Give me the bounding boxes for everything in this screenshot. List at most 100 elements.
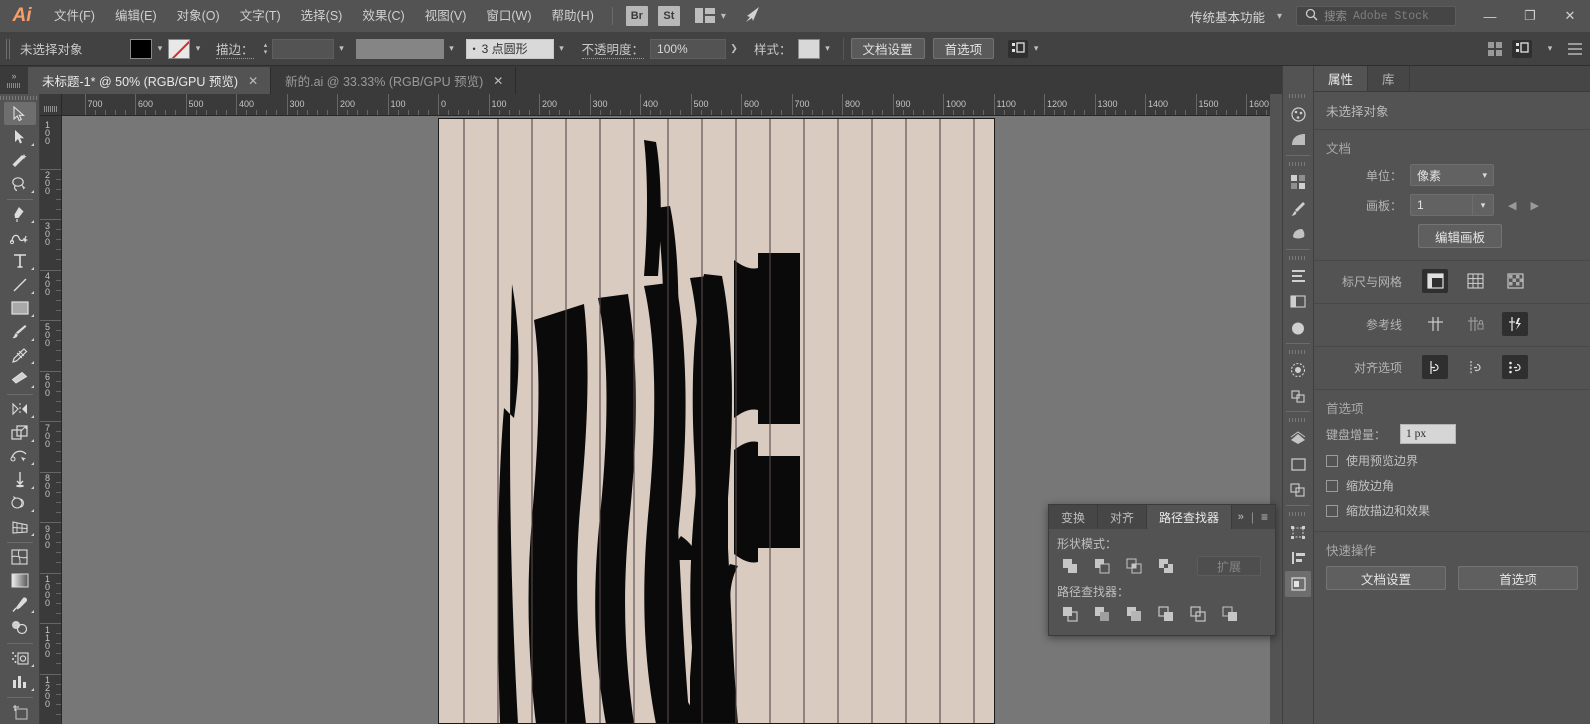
menu-view[interactable]: 视图(V) [415, 0, 477, 32]
document-tab-1-close-icon[interactable]: ✕ [493, 74, 503, 88]
line-segment-tool[interactable] [4, 273, 36, 297]
show-rulers-icon[interactable] [1422, 269, 1448, 293]
tools-panel-handle[interactable] [0, 96, 39, 100]
align-panel-icon[interactable] [1285, 263, 1311, 289]
control-bar-grip[interactable] [6, 38, 12, 59]
show-guides-icon[interactable] [1422, 312, 1448, 336]
scale-corners-checkbox[interactable]: 缩放边角 [1326, 477, 1578, 494]
artboard-tool[interactable] [4, 700, 36, 724]
align-chevron-icon[interactable]: ▾ [1028, 39, 1044, 59]
workspace-switcher-label[interactable]: 传统基本功能 [1184, 7, 1271, 26]
vertical-ruler[interactable]: 100 200 300 400 500 600 700 800 900 1000 1100 1200 [40, 116, 62, 724]
stroke-weight-label[interactable]: 描边： [216, 39, 254, 59]
align-panel-chevron-icon[interactable]: ▾ [1542, 39, 1558, 59]
tab-properties[interactable]: 属性 [1314, 66, 1369, 91]
dock-group-handle-5[interactable] [1289, 418, 1307, 422]
opacity-more-icon[interactable]: ❯ [726, 39, 742, 59]
dock-group-handle-3[interactable] [1289, 256, 1307, 260]
dock-group-handle-6[interactable] [1289, 512, 1307, 516]
gradient-tool[interactable] [4, 569, 36, 593]
arrange-documents-icon[interactable] [694, 8, 715, 24]
type-tool[interactable] [4, 250, 36, 274]
menu-effect[interactable]: 效果(C) [352, 0, 414, 32]
style-chevron-icon[interactable]: ▾ [820, 39, 836, 59]
align-objects-icon[interactable] [1008, 39, 1029, 58]
symbols-icon[interactable] [1285, 221, 1311, 247]
maximize-button[interactable]: ❐ [1510, 0, 1550, 32]
show-transparency-grid-icon[interactable] [1502, 269, 1528, 293]
minus-front-icon[interactable] [1089, 555, 1115, 577]
document-tab-0-close-icon[interactable]: ✕ [248, 74, 258, 88]
eyedropper-tool[interactable] [4, 593, 36, 617]
menu-file[interactable]: 文件(F) [44, 0, 105, 32]
layers-panel-icon[interactable] [1285, 289, 1311, 315]
unite-icon[interactable] [1057, 555, 1083, 577]
scale-tool[interactable] [4, 421, 36, 445]
opacity-label[interactable]: 不透明度： [581, 39, 645, 59]
snap-to-pixel-icon[interactable] [1462, 355, 1488, 379]
panel-menu-icon[interactable] [1568, 42, 1582, 55]
transform-panel-icon[interactable] [1285, 519, 1311, 545]
keyboard-increment-input[interactable]: 1 px [1400, 424, 1456, 444]
snap-to-grid-icon[interactable] [1422, 355, 1448, 379]
artboards-grid-icon[interactable] [1488, 41, 1502, 56]
document-tab-1[interactable]: 新的.ai @ 33.33% (RGB/GPU 预览) ✕ [271, 67, 517, 94]
lock-guides-icon[interactable] [1462, 312, 1488, 336]
artboard-chevron-down-icon[interactable]: ▾ [1472, 194, 1494, 216]
color-icon[interactable] [1285, 101, 1311, 127]
align-panel-icon[interactable] [1512, 39, 1532, 58]
unit-select[interactable]: 像素 ▾ [1410, 164, 1494, 186]
variable-width-profile-field[interactable] [355, 38, 444, 59]
swatches-icon[interactable] [1285, 169, 1311, 195]
magic-wand-tool[interactable] [4, 149, 36, 173]
document-setup-button[interactable]: 文档设置 [850, 38, 925, 59]
properties-panel-icon[interactable] [1285, 571, 1311, 597]
fill-color-swatch[interactable] [130, 38, 152, 59]
crop-icon[interactable] [1153, 603, 1179, 625]
edit-artboards-button[interactable]: 编辑画板 [1418, 224, 1502, 248]
transparency-icon[interactable] [1285, 425, 1311, 451]
stroke-weight-chevron-icon[interactable]: ▾ [334, 39, 350, 59]
stock-button[interactable]: St [657, 6, 680, 26]
menu-object[interactable]: 对象(O) [167, 0, 230, 32]
selection-tool[interactable] [3, 101, 36, 126]
align-objects-icon[interactable] [1285, 545, 1311, 571]
artboard-combo[interactable]: 1 ▾ [1410, 194, 1494, 216]
artboard-prev-icon[interactable]: ◀ [1508, 199, 1516, 212]
dock-group-handle-4[interactable] [1289, 350, 1307, 354]
shaper-tool[interactable] [4, 344, 36, 368]
panel-overflow-icon[interactable]: » [1238, 511, 1244, 523]
horizontal-ruler[interactable]: 700 600 500 400 300 200 100 0 100 200 300 400 500 600… [62, 94, 1270, 116]
brush-chevron-icon[interactable]: ▾ [554, 39, 570, 59]
brushes-icon[interactable] [1285, 195, 1311, 221]
opacity-input[interactable]: 100% [650, 38, 727, 59]
menu-select[interactable]: 选择(S) [291, 0, 353, 32]
panel-menu-icon[interactable]: ≡ [1261, 510, 1268, 524]
color-guide-icon[interactable] [1285, 127, 1311, 153]
pathfinder-panel-icon[interactable] [1285, 477, 1311, 503]
stock-search-box[interactable]: 搜索 Adobe Stock [1296, 6, 1456, 26]
width-profile-chevron-icon[interactable]: ▾ [444, 39, 460, 59]
quick-document-setup-button[interactable]: 文档设置 [1326, 566, 1446, 590]
tab-pathfinder[interactable]: 路径查找器 [1147, 505, 1233, 529]
artboards-icon[interactable] [1285, 451, 1311, 477]
tab-align[interactable]: 对齐 [1098, 505, 1148, 529]
preferences-button[interactable]: 首选项 [932, 38, 995, 59]
paintbrush-tool[interactable] [4, 320, 36, 344]
quick-preferences-button[interactable]: 首选项 [1458, 566, 1578, 590]
outline-icon[interactable] [1185, 603, 1211, 625]
use-preview-bounds-checkbox[interactable]: 使用预览边界 [1326, 452, 1578, 469]
ruler-corner[interactable] [40, 94, 62, 116]
chevron-down-icon[interactable]: ▾ [721, 11, 726, 22]
artboard-next-icon[interactable]: ▶ [1530, 199, 1538, 212]
tab-libraries[interactable]: 库 [1368, 66, 1410, 91]
blend-tool[interactable] [4, 616, 36, 640]
menu-type[interactable]: 文字(T) [230, 0, 291, 32]
eraser-tool[interactable] [4, 367, 36, 391]
direct-selection-tool[interactable] [4, 125, 36, 149]
width-tool[interactable] [4, 445, 36, 469]
snap-to-point-icon[interactable] [1502, 355, 1528, 379]
dock-group-handle-2[interactable] [1289, 162, 1307, 166]
show-grid-icon[interactable] [1462, 269, 1488, 293]
mesh-tool[interactable] [4, 546, 36, 570]
